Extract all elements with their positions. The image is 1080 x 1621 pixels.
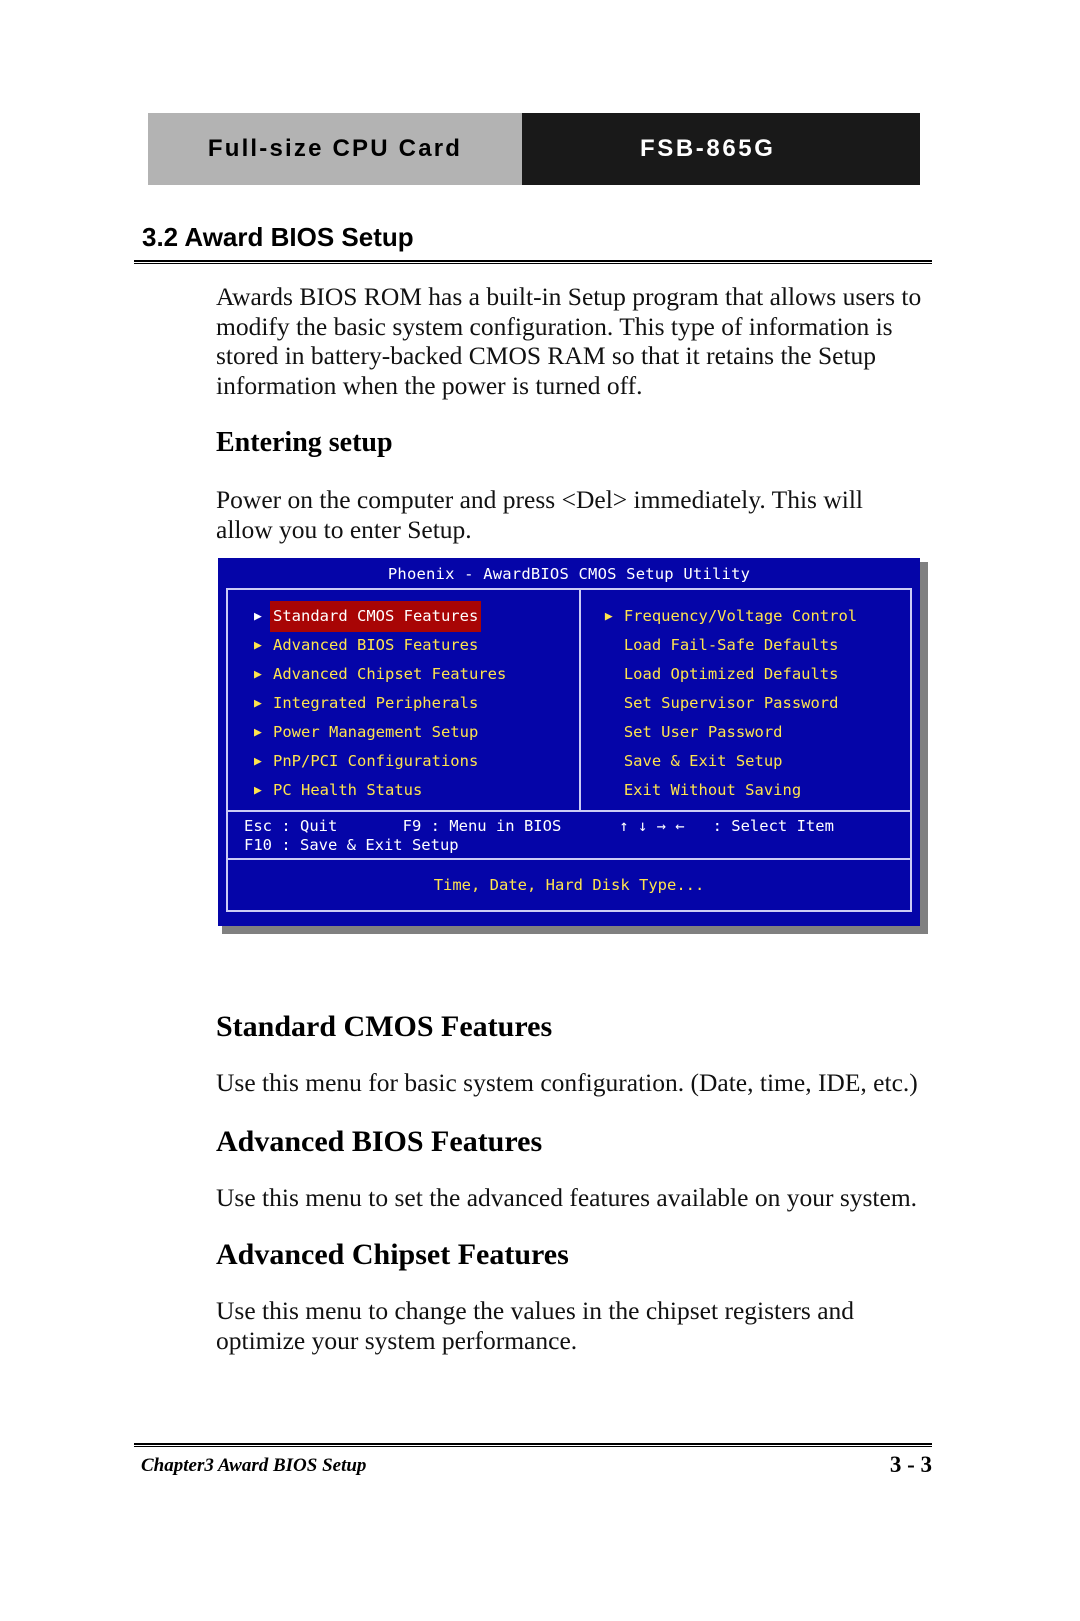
bios-menu-item-label: Save & Exit Setup	[623, 752, 783, 770]
bios-menu-item-label: Integrated Peripherals	[273, 694, 479, 712]
bios-menu-item[interactable]: ▶Load Optimized Defaults	[605, 660, 910, 689]
header-model-name: FSB-865G	[640, 135, 776, 162]
bios-menu-item-label: Set User Password	[623, 723, 783, 741]
topic-heading-advanced-bios: Advanced BIOS Features	[216, 1125, 543, 1158]
bios-menu-item[interactable]: ▶Load Fail-Safe Defaults	[605, 631, 910, 660]
submenu-arrow-icon: ▶	[254, 638, 262, 653]
topic-text-standard-cmos: Use this menu for basic system configura…	[216, 1068, 918, 1097]
footer-chapter-label: Chapter3 Award BIOS Setup	[141, 1455, 367, 1476]
bios-setup-figure: Phoenix - AwardBIOS CMOS Setup Utility ▶…	[218, 558, 928, 934]
bios-menu-item[interactable]: ▶ PC Health Status	[254, 776, 569, 805]
submenu-arrow-spacer: ▶	[605, 639, 621, 652]
section-title: 3.2 Award BIOS Setup	[142, 222, 414, 252]
bios-menu-item-label: Frequency/Voltage Control	[623, 607, 858, 625]
footer-page-number: 3 - 3	[889, 1452, 932, 1477]
header-product-type: Full-size CPU Card	[207, 135, 463, 162]
entering-setup-heading: Entering setup	[216, 427, 393, 458]
bios-menu-item-label: Set Supervisor Password	[623, 694, 839, 712]
bios-help-line-2: F10 : Save & Exit Setup	[244, 836, 459, 854]
bios-menu-item-label: Exit Without Saving	[623, 781, 802, 799]
header-right-block: FSB-865G	[522, 113, 920, 185]
bios-menu-item[interactable]: ▶Set User Password	[605, 718, 910, 747]
bios-help-select-keys: ↑ ↓ → ← : Select Item	[619, 817, 834, 835]
bios-menu-item-label: PnP/PCI Configurations	[273, 752, 479, 770]
page-header-banner: Full-size CPU Card FSB-865G	[148, 113, 920, 185]
submenu-arrow-icon: ▶	[254, 783, 262, 798]
bios-menu-item-label: Advanced BIOS Features	[273, 636, 479, 654]
bios-menu-left-column: ▶ Standard CMOS Features ▶ Advanced BIOS Fe…	[228, 601, 569, 810]
entering-setup-paragraph: Power on the computer and press <Del> im…	[216, 485, 864, 544]
submenu-arrow-spacer: ▶	[605, 726, 621, 739]
footer-divider	[134, 1443, 932, 1447]
header-left-block: Full-size CPU Card	[148, 113, 522, 185]
bios-menu-item[interactable]: ▶Exit Without Saving	[605, 776, 910, 805]
bios-menu-item-label: Load Optimized Defaults	[623, 665, 839, 683]
submenu-arrow-spacer: ▶	[605, 697, 621, 710]
submenu-arrow-icon: ▶	[254, 725, 262, 740]
bios-column-divider	[579, 590, 581, 810]
submenu-arrow-icon: ▶	[254, 667, 262, 682]
bios-menu-item-label: Load Fail-Safe Defaults	[623, 636, 839, 654]
bios-menu-panel: ▶ Standard CMOS Features ▶ Advanced BIOS Fe…	[226, 588, 912, 810]
submenu-arrow-icon: ▶	[604, 609, 613, 624]
topic-text-advanced-bios: Use this menu to set the advanced featur…	[216, 1183, 918, 1212]
submenu-arrow-spacer: ▶	[605, 668, 621, 681]
topic-text-advanced-chipset: Use this menu to change the values in th…	[216, 1296, 855, 1355]
bios-menu-item-label: Standard CMOS Features	[270, 601, 482, 632]
bios-menu-item[interactable]: ▶ Frequency/Voltage Control	[605, 602, 910, 631]
submenu-arrow-spacer: ▶	[605, 784, 621, 797]
bios-menu-item[interactable]: ▶ PnP/PCI Configurations	[254, 747, 569, 776]
bios-menu-item[interactable]: ▶ Advanced Chipset Features	[254, 660, 569, 689]
bios-menu-item[interactable]: ▶Save & Exit Setup	[605, 747, 910, 776]
submenu-arrow-spacer: ▶	[605, 755, 621, 768]
bios-menu-item[interactable]: ▶ Advanced BIOS Features	[254, 631, 569, 660]
bios-help-line-1: Esc : Quit F9 : Menu in BIOS	[244, 817, 562, 835]
bios-menu-item[interactable]: ▶ Standard CMOS Features	[254, 601, 569, 632]
bios-main-menu-screen: Phoenix - AwardBIOS CMOS Setup Utility ▶…	[218, 558, 920, 926]
bios-menu-item-label: Advanced Chipset Features	[273, 665, 507, 683]
topic-heading-standard-cmos: Standard CMOS Features	[216, 1010, 553, 1043]
bios-menu-right-column: ▶Frequency/Voltage Control▶Load Fail-Saf…	[569, 602, 910, 810]
topic-heading-advanced-chipset: Advanced Chipset Features	[216, 1238, 569, 1271]
bios-description-bar: Time, Date, Hard Disk Type...	[226, 858, 912, 912]
submenu-arrow-icon: ▶	[254, 609, 262, 624]
intro-paragraph: Awards BIOS ROM has a built-in Setup pro…	[216, 282, 922, 400]
bios-menu-item[interactable]: ▶Set Supervisor Password	[605, 689, 910, 718]
bios-menu-item[interactable]: ▶ Power Management Setup	[254, 718, 569, 747]
submenu-arrow-icon: ▶	[254, 696, 262, 711]
section-divider	[134, 260, 932, 264]
bios-menu-item[interactable]: ▶ Integrated Peripherals	[254, 689, 569, 718]
bios-menu-item-label: Power Management Setup	[273, 723, 479, 741]
bios-menu-item-label: PC Health Status	[273, 781, 423, 799]
submenu-arrow-icon: ▶	[254, 754, 262, 769]
bios-help-bar: Esc : Quit F9 : Menu in BIOS ↑ ↓ → ← : Se…	[226, 810, 912, 858]
bios-title-bar: Phoenix - AwardBIOS CMOS Setup Utility	[387, 565, 751, 583]
